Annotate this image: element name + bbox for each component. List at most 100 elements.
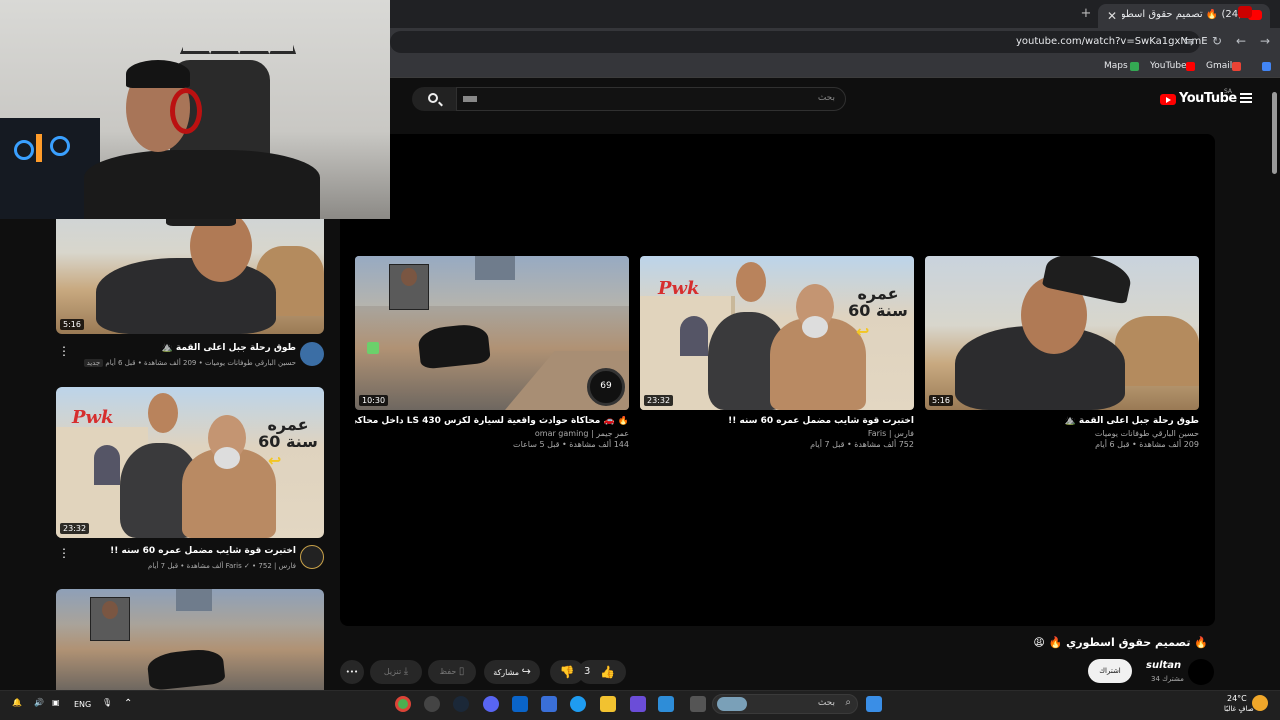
obs-icon[interactable] [424,696,440,712]
keyboard-icon[interactable] [463,96,477,102]
store-icon[interactable] [541,696,557,712]
wall-light-icon [180,18,296,54]
steam-icon[interactable] [453,696,469,712]
person-hoodie [96,258,276,334]
end-screen-meta: 752 ألف مشاهدة • قبل 7 أيام [810,440,914,449]
search-icon [428,93,438,103]
back-icon[interactable]: ← [1234,34,1248,48]
url-text[interactable]: youtube.com/watch?v=SwKa1gxN-mE [1016,36,1208,47]
reload-icon[interactable]: ↻ [1210,34,1224,48]
phone-link-icon[interactable]: ▣ [52,698,60,707]
recommended-meta: فارس | Faris ✓ • 752 ألف مشاهدة • قبل 7 … [148,562,296,570]
more-options-icon[interactable]: ⋮ [58,345,70,357]
microphone-icon[interactable]: 🎙 [102,698,112,707]
language-indicator[interactable]: ENG [74,700,91,709]
more-options-icon[interactable]: ⋮ [58,547,70,559]
recommended-title[interactable]: اختبرت قوة شايب مضمل عمره 60 سنه !! [110,546,296,556]
search-button[interactable] [412,87,456,111]
recommended-meta-text: حسين البارقي طوفانات يوميات • 209 ألف مش… [105,359,296,367]
bookmark-youtube[interactable]: YouTube [1150,61,1187,71]
search-icon: ⌕ [845,697,851,708]
yellow-arrow-icon: ↩ [268,451,282,470]
like-icon[interactable]: 👍 [600,660,615,684]
streamer-face [102,601,118,619]
outlook-icon[interactable] [512,696,528,712]
video-duration: 23:32 [60,523,90,534]
tab-title: (24) 🔥 تصميم حقوق اسطوري [1122,9,1242,20]
speaker-icon[interactable]: 🔊 [34,698,44,707]
new-tab-button[interactable]: + [1078,6,1094,22]
end-screen-thumbnail[interactable]: 5:16 [925,256,1199,410]
task-view-icon[interactable] [690,696,706,712]
download-icon: ⤓ [403,666,409,677]
recommended-title[interactable]: طوق رحلة جبل اعلى القمة ⛰️ [162,343,296,353]
recommended-thumbnail[interactable] [56,589,324,690]
end-screen-card[interactable]: 69 10:30 🔥 🚗 محاكاة حوادث واقعية لسيارة … [355,256,629,449]
weather-desc: صافٍ غالبًا [1224,705,1254,713]
site-settings-icon[interactable]: ⇆ [1182,34,1196,48]
forward-icon[interactable]: → [1258,34,1272,48]
chevron-up-icon[interactable]: ⌃ [124,698,132,709]
dislike-icon: 👎 [559,665,575,679]
download-label: تنزيل [383,667,402,676]
bookmark-gmail[interactable]: Gmail [1206,61,1232,71]
notification-bell-icon[interactable]: 🔔 [12,698,22,707]
video-duration: 5:16 [60,319,84,330]
app-icon[interactable] [630,696,646,712]
save-label: حفظ [439,667,457,676]
snipping-tool-icon[interactable] [658,696,674,712]
youtube-logo-icon[interactable] [1160,94,1176,105]
channel-avatar[interactable] [1188,659,1214,685]
chrome-icon[interactable] [395,696,411,712]
streamer-face [401,268,417,286]
end-screen-title[interactable]: طوق رحلة جبل اعلى القمة ⛰️ [925,416,1199,426]
streamer-body [84,150,320,219]
channel-avatar[interactable] [300,545,324,569]
more-actions-icon: ••• [345,668,359,676]
more-actions-button[interactable]: ••• [340,660,364,684]
like-count[interactable]: 3 [584,660,590,684]
edge-icon[interactable] [570,696,586,712]
tab-search-icon[interactable] [1238,6,1252,18]
apps-grid-icon[interactable] [1262,62,1271,71]
bookmark-maps[interactable]: Maps [1104,61,1128,71]
tab-close-icon[interactable]: ✕ [1104,8,1120,24]
channel-name[interactable]: sultan [1146,660,1181,671]
search-input[interactable]: بحث [456,87,846,111]
weather-icon[interactable] [1252,695,1268,711]
recommended-thumbnail[interactable]: Pwk عمره 60 سنة ↩ 23:32 [56,387,324,538]
speedometer-icon: 69 [587,368,625,406]
end-screen-card[interactable]: 5:16 طوق رحلة جبل اعلى القمة ⛰️ حسين الب… [925,256,1199,449]
sign-logo: Pwk [72,407,114,428]
end-screen-title[interactable]: اختبرت قوة شايب مضمل عمره 60 سنه !! [640,416,914,426]
share-button[interactable]: مشاركة ↪ [484,660,540,684]
old-man-beard [802,316,828,338]
save-button[interactable]: حفظ ▯ [428,660,476,684]
like-dislike-group: 3 👍 [578,660,626,684]
car-image [417,322,491,370]
video-duration: 23:32 [644,395,674,406]
end-screen-card[interactable]: Pwk عمره 60 سنة ↩ 23:32 اختبرت قوة شايب … [640,256,914,449]
taskbar-search[interactable]: بحث ⌕ [712,694,858,714]
recommended-video[interactable] [56,589,324,690]
channel-avatar[interactable] [300,342,324,366]
bookmark-icon: ▯ [458,666,465,677]
scrollbar-thumb[interactable] [1272,92,1277,174]
new-badge: جديد [83,359,104,367]
windows-start-icon[interactable] [866,696,882,712]
webcam-overlay [0,0,390,219]
hamburger-menu-icon[interactable] [1240,93,1252,103]
thumbnail-overlay-text: عمره 60 سنة [848,284,908,320]
end-screen-thumbnail[interactable]: 69 10:30 [355,256,629,410]
maps-icon [1130,62,1139,71]
discord-icon[interactable] [483,696,499,712]
file-explorer-icon[interactable] [600,696,616,712]
recommended-video[interactable]: Pwk عمره 60 سنة ↩ 23:32 [56,387,324,538]
download-button[interactable]: تنزيل ⤓ [370,660,422,684]
end-screen-title[interactable]: 🔥 🚗 محاكاة حوادث واقعية لسيارة لكزس LS 4… [355,416,629,426]
end-screen-thumbnail[interactable]: Pwk عمره 60 سنة ↩ 23:32 [640,256,914,410]
subscribe-button[interactable]: اشتراك [1088,659,1132,683]
end-screen-channel: عمر جيمر | omar gaming [534,429,629,438]
dislike-button[interactable]: 👎 [550,660,584,684]
video-duration: 5:16 [929,395,953,406]
